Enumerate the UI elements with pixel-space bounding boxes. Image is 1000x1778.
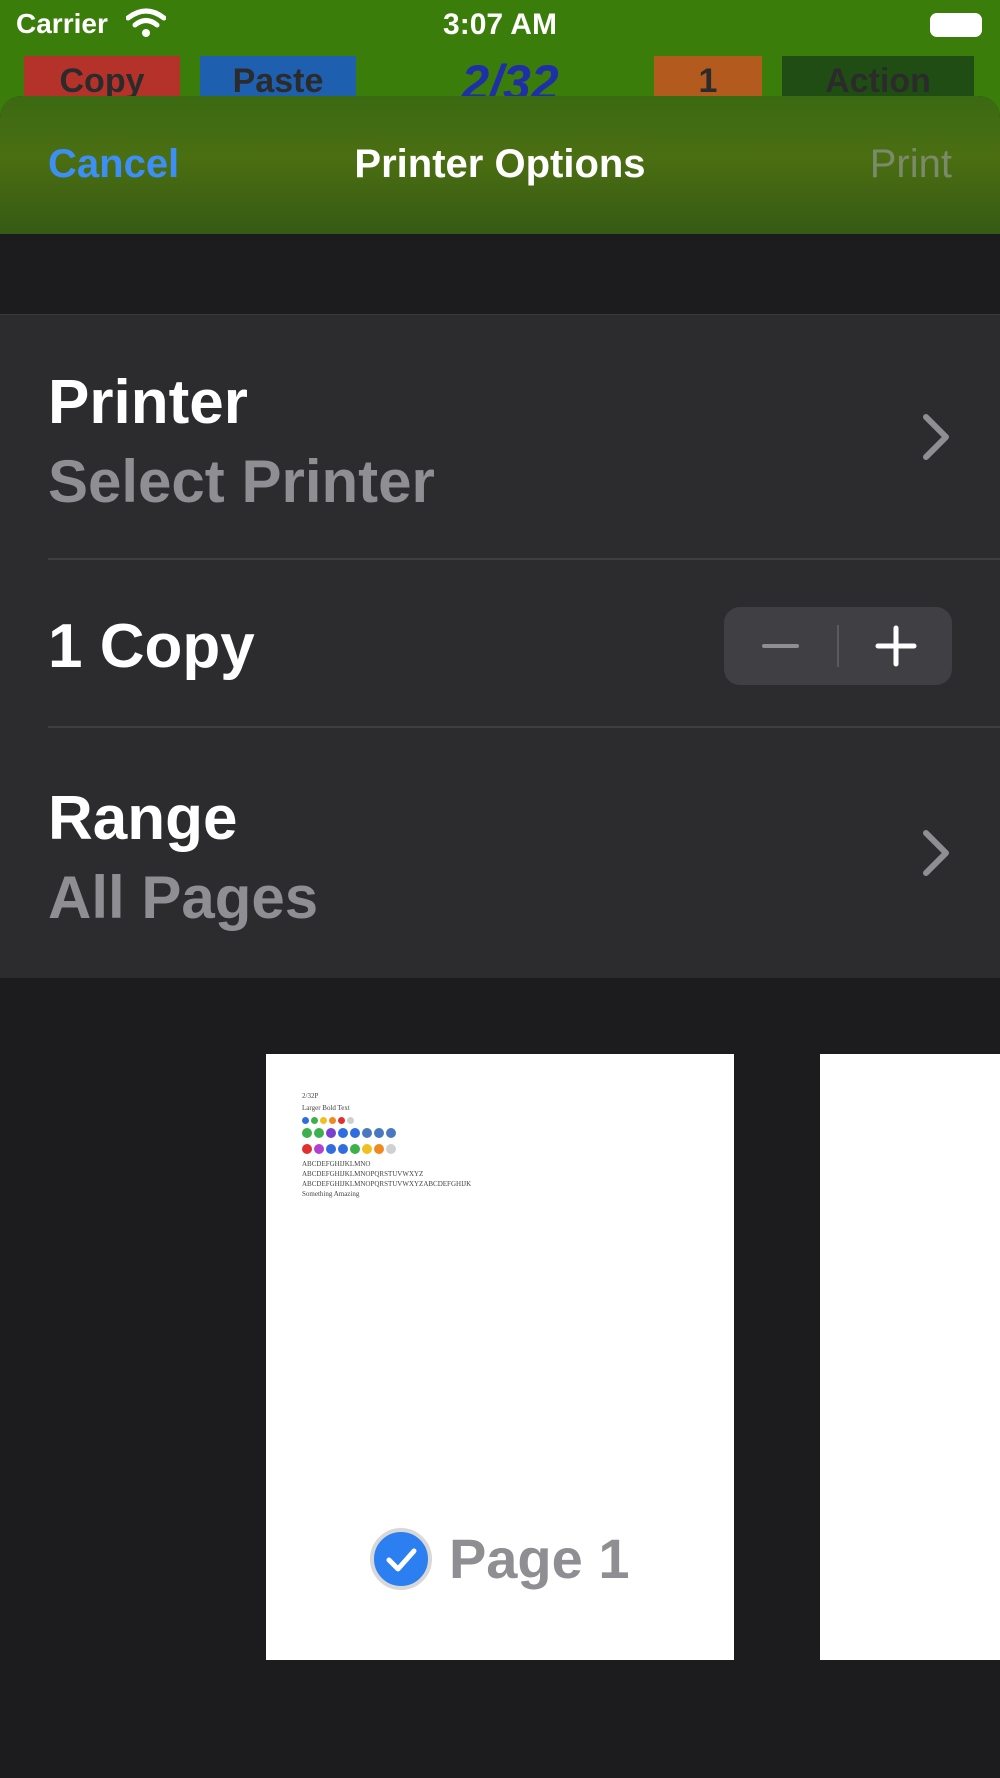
checkmark-icon[interactable] xyxy=(370,1527,433,1590)
range-row-title: Range xyxy=(48,784,238,853)
chevron-right-icon xyxy=(923,414,949,460)
page-preview-text: ABCDEFGHIJKLMNOPQRSTUVWXYZ xyxy=(302,1170,424,1178)
page-preview-text: ABCDEFGHIJKLMNOPQRSTUVWXYZABCDEFGHIJK xyxy=(302,1180,472,1188)
decrement-button[interactable] xyxy=(724,607,837,685)
sheet-header: Cancel Printer Options Print xyxy=(0,96,1000,234)
page-preview-text: Larger Bold Text xyxy=(302,1104,350,1112)
print-button[interactable]: Print xyxy=(870,142,952,187)
options-group: Printer Select Printer 1 Copy Range All … xyxy=(0,314,1000,980)
status-time: 3:07 AM xyxy=(443,8,557,41)
page-preview-circles xyxy=(302,1128,398,1138)
increment-button[interactable] xyxy=(839,607,952,685)
page-preview[interactable]: 2/32P Larger Bold Text ABCDEFGHIJKLMNO A… xyxy=(266,1054,734,1660)
printer-row-value: Select Printer xyxy=(48,448,435,515)
page-preview-text: ABCDEFGHIJKLMNO xyxy=(302,1160,371,1168)
page-preview-text: Something Amazing xyxy=(302,1190,360,1198)
printer-options-sheet: Cancel Printer Options Print Printer Sel… xyxy=(0,96,1000,1778)
copies-row: 1 Copy xyxy=(0,559,1000,727)
sheet-title: Printer Options xyxy=(354,142,646,186)
printer-row[interactable]: Printer Select Printer xyxy=(0,315,1000,559)
copies-label: 1 Copy xyxy=(48,612,255,681)
battery-icon xyxy=(930,13,982,37)
page-preview[interactable] xyxy=(820,1054,1000,1660)
copies-stepper[interactable] xyxy=(724,607,952,685)
page-preview-circles xyxy=(302,1144,398,1154)
page-label-group: Page 1 xyxy=(266,1526,734,1590)
range-row-value: All Pages xyxy=(48,864,319,931)
range-row[interactable]: Range All Pages xyxy=(0,727,1000,979)
printer-row-title: Printer xyxy=(48,368,248,437)
print-preview-area: 2/32P Larger Bold Text ABCDEFGHIJKLMNO A… xyxy=(0,978,1000,1778)
status-bar: Carrier 3:07 AM xyxy=(0,0,1000,50)
page-preview-text: 2/32P xyxy=(302,1092,319,1100)
page-label: Page 1 xyxy=(448,1527,630,1590)
chevron-right-icon xyxy=(923,830,949,876)
page-preview-hearts xyxy=(302,1116,356,1124)
